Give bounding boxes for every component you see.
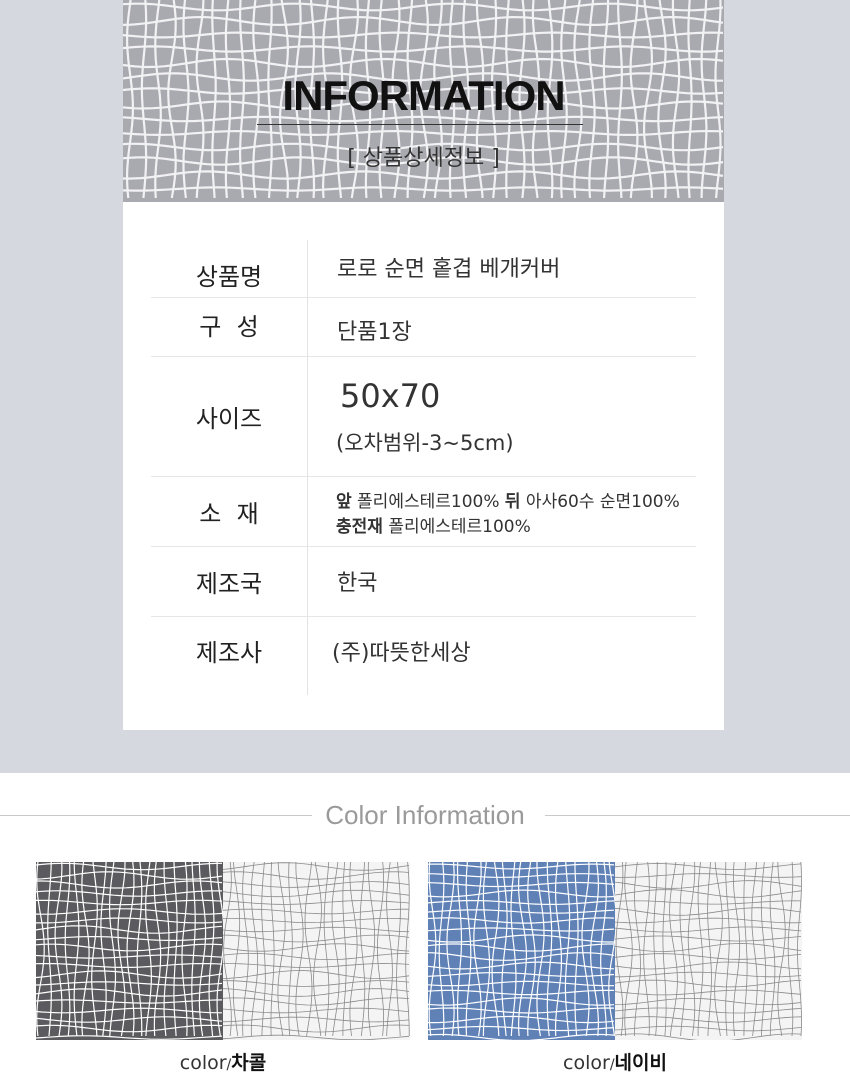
spec-label-size: 사이즈 (151, 357, 308, 476)
spec-row-composition: 구 성 단품1장 (151, 298, 696, 357)
caption-prefix: color (179, 1052, 227, 1074)
spec-label-country: 제조국 (151, 547, 308, 616)
information-subtitle: [ 상품상세정보 ] (347, 146, 500, 171)
color-information-heading: Color Information (325, 800, 525, 830)
spec-row-country: 제조국 한국 (151, 547, 696, 617)
spec-row-material: 소 재 앞 폴리에스테르100% 뒤 아사60수 순면100% 충전재 폴리에스… (151, 477, 696, 547)
information-background: INFORMATION [ 상품상세정보 ] 상품명 로로 순면 홑겹 베개커버… (0, 0, 850, 773)
swatch-navy (428, 862, 802, 1040)
swatch-charcoal-graphic (36, 862, 410, 1040)
material-filling-value: 폴리에스테르100% (382, 517, 531, 537)
spec-value-size: 50x70 (340, 377, 441, 415)
spec-row-manufacturer: 제조사 (주)따뜻한세상 (151, 617, 696, 695)
spec-label-manufacturer: 제조사 (151, 617, 308, 695)
material-front-label: 앞 (336, 492, 352, 512)
spec-label-material: 소 재 (151, 477, 308, 546)
spec-label-product-name: 상품명 (151, 240, 308, 297)
spec-value-composition: 단품1장 (337, 320, 412, 345)
spec-row-size: 사이즈 50x70 (오차범위-3~5cm) (151, 357, 696, 477)
material-filling-label: 충전재 (336, 517, 383, 537)
spec-value-manufacturer: (주)따뜻한세상 (332, 641, 471, 666)
title-divider (257, 124, 583, 125)
swatch-charcoal (36, 862, 410, 1040)
material-back-value: 아사60수 순면100% (520, 492, 680, 512)
spec-row-product-name: 상품명 로로 순면 홑겹 베개커버 (151, 240, 696, 298)
caption-navy: color/네이비 (428, 1048, 802, 1075)
spec-value-product-name: 로로 순면 홑겹 베개커버 (337, 257, 561, 282)
caption-charcoal: color/차콜 (36, 1048, 410, 1075)
spec-value-country: 한국 (337, 571, 378, 596)
information-title: INFORMATION (282, 72, 565, 119)
caption-color-name: 차콜 (231, 1052, 267, 1074)
spec-table: 상품명 로로 순면 홑겹 베개커버 구 성 단품1장 사이즈 50x70 (오차… (151, 240, 696, 695)
spec-value-material-line2: 충전재 폴리에스테르100% (336, 512, 531, 537)
information-card: INFORMATION [ 상품상세정보 ] 상품명 로로 순면 홑겹 베개커버… (123, 0, 724, 730)
swatch-navy-graphic (428, 862, 802, 1040)
spec-label-composition: 구 성 (151, 298, 308, 356)
caption-prefix: color (563, 1052, 610, 1074)
color-information-section: Color Information color/차콜 color/네이비 (0, 773, 850, 1085)
material-back-label: 뒤 (504, 492, 521, 512)
spec-value-size-note: (오차범위-3~5cm) (336, 431, 514, 455)
spec-value-material-line1: 앞 폴리에스테르100% 뒤 아사60수 순면100% (336, 487, 680, 512)
material-front-value: 폴리에스테르100% (351, 492, 505, 512)
caption-color-name: 네이비 (614, 1052, 667, 1074)
